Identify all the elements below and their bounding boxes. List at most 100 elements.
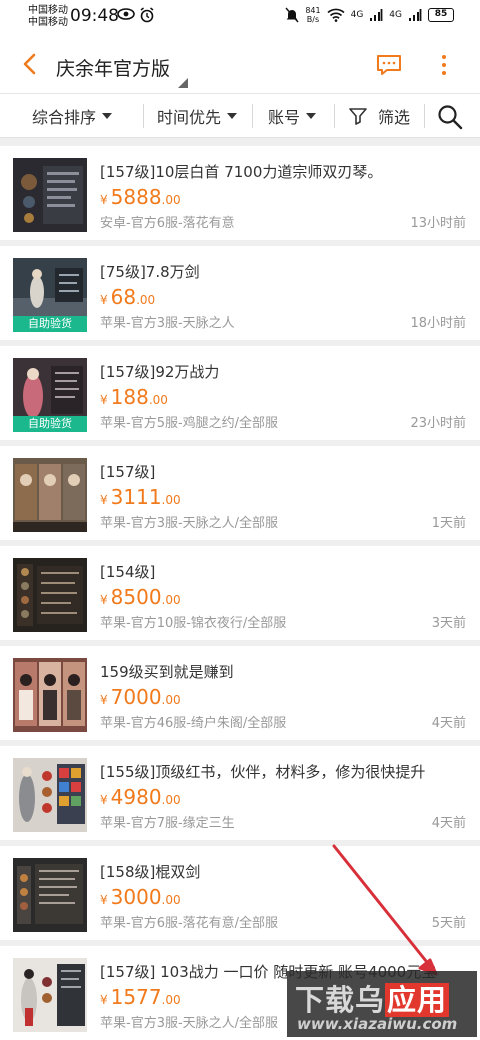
price-decimal: .00 (161, 193, 181, 207)
currency-symbol: ¥ (100, 193, 108, 207)
eye-icon (117, 8, 135, 20)
currency-symbol: ¥ (100, 793, 108, 807)
price-integer: 8500 (110, 585, 162, 609)
listing-server: 苹果-官方6服-落花有意/全部服 (100, 916, 279, 931)
listing-server: 苹果-官方5服-鸡腿之约/全部服 (100, 416, 279, 431)
sort-label: 综合排序 (32, 108, 97, 127)
listing-thumbnail (13, 658, 87, 732)
divider (252, 104, 253, 128)
price-integer: 7000 (110, 685, 162, 709)
listing-price: ¥5888.00 (100, 185, 181, 209)
listing-thumbnail: 自助验货 (13, 358, 87, 432)
price-integer: 1577 (110, 985, 162, 1009)
listing-price: ¥1577.00 (100, 985, 181, 1009)
listing-time: 18小时前 (410, 316, 466, 331)
search-icon[interactable] (436, 103, 464, 131)
carrier-2: 中国移动 (28, 17, 68, 28)
time-dropdown[interactable]: 时间优先 (157, 94, 238, 138)
filter-bar: 综合排序 时间优先 账号 筛选 (0, 94, 480, 138)
listing-title: [154级] (100, 563, 156, 581)
net-speed-unit: B/s (306, 15, 320, 24)
price-integer: 3000 (110, 885, 162, 909)
listing-server: 苹果-官方3服-天脉之人/全部服 (100, 516, 279, 531)
currency-symbol: ¥ (100, 993, 108, 1007)
system-icons: 841 B/s 4G 4G 85 (285, 6, 454, 24)
listing-item[interactable]: [158级]棍双剑 ¥3000.00 苹果-官方6服-落花有意/全部服 5天前 (0, 846, 480, 940)
signal-1-label: 4G (350, 10, 364, 20)
caret-down-icon (227, 113, 238, 119)
listing-time: 3天前 (431, 616, 466, 631)
back-arrow-icon[interactable] (16, 50, 44, 78)
currency-symbol: ¥ (100, 393, 108, 407)
status-bar: 中国移动 中国移动 09:48 841 B/s 4G 4G 85 (0, 0, 480, 36)
currency-symbol: ¥ (100, 693, 108, 707)
listing-price: ¥68.00 (100, 285, 155, 309)
listing-server: 苹果-官方46服-绮户朱阁/全部服 (100, 716, 287, 731)
funnel-icon (349, 108, 367, 125)
watermark-logo-text: 下载乌应用 (295, 977, 450, 1019)
price-decimal: .00 (148, 393, 168, 407)
signal-bars-1-icon (370, 9, 383, 21)
page-title: 庆余年官方版 (56, 58, 171, 80)
message-icon[interactable] (374, 50, 404, 80)
time-label: 时间优先 (157, 108, 222, 127)
alarm-icon (140, 7, 154, 23)
listing-time: 4天前 (431, 816, 466, 831)
listing-item[interactable]: [157级]10层白首 7100力道宗师双刃琴。 ¥5888.00 安卓-官方6… (0, 146, 480, 240)
listing-thumbnail (13, 158, 87, 232)
listing-title: [158级]棍双剑 (100, 863, 201, 881)
signal-bars-2-icon (409, 9, 422, 21)
listing-item[interactable]: 159级买到就是赚到 ¥7000.00 苹果-官方46服-绮户朱阁/全部服 4天… (0, 646, 480, 740)
listing-server: 安卓-官方6服-落花有意 (100, 216, 235, 231)
listing-item[interactable]: [155级]顶级红书，伙伴，材料多，修为很快提升 ¥4980.00 苹果-官方7… (0, 746, 480, 840)
watermark-url: www.xiazaiwu.com (297, 1015, 458, 1033)
filter-button[interactable]: 筛选 (348, 94, 410, 138)
listing-price: ¥3000.00 (100, 885, 181, 909)
self-inspect-badge: 自助验货 (13, 316, 87, 332)
currency-symbol: ¥ (100, 893, 108, 907)
divider (143, 104, 144, 128)
listing-server: 苹果-官方3服-天脉之人 (100, 316, 235, 331)
notification-icons (117, 7, 155, 23)
net-speed-value: 841 (305, 6, 321, 15)
mute-icon (285, 7, 299, 23)
listing-server: 苹果-官方3服-天脉之人/全部服 (100, 1016, 279, 1031)
filter-label: 筛选 (378, 108, 411, 127)
listing-time: 4天前 (431, 716, 466, 731)
wifi-icon (327, 8, 345, 22)
listing-server: 苹果-官方10服-锦衣夜行/全部服 (100, 616, 287, 631)
listing-time: 13小时前 (410, 216, 466, 231)
price-integer: 5888 (110, 185, 162, 209)
watermark-text-b: 乌 (355, 983, 386, 1017)
listing-item[interactable]: [154级] ¥8500.00 苹果-官方10服-锦衣夜行/全部服 3天前 (0, 546, 480, 640)
listing-item[interactable]: 自助验货 [157级]92万战力 ¥188.00 苹果-官方5服-鸡腿之约/全部… (0, 346, 480, 440)
price-integer: 3111 (110, 485, 162, 509)
divider (334, 104, 335, 128)
listing-item[interactable]: 自助验货 [75级]7.8万剑 ¥68.00 苹果-官方3服-天脉之人 18小时… (0, 246, 480, 340)
listing-title: [75级]7.8万剑 (100, 263, 200, 281)
site-watermark: 下载乌应用 www.xiazaiwu.com (287, 971, 477, 1037)
sort-dropdown[interactable]: 综合排序 (32, 94, 113, 138)
currency-symbol: ¥ (100, 593, 108, 607)
price-integer: 4980 (110, 785, 162, 809)
divider (424, 104, 425, 128)
price-decimal: .00 (161, 993, 181, 1007)
caret-down-icon (306, 113, 317, 119)
currency-symbol: ¥ (100, 293, 108, 307)
listing-title: [157级]10层白首 7100力道宗师双刃琴。 (100, 163, 383, 181)
price-integer: 68 (110, 285, 137, 309)
more-menu-icon[interactable] (432, 50, 456, 80)
listing-title: 159级买到就是赚到 (100, 663, 234, 681)
listing-server: 苹果-官方7服-缘定三生 (100, 816, 235, 831)
price-integer: 188 (110, 385, 149, 409)
type-dropdown[interactable]: 账号 (268, 94, 317, 138)
price-decimal: .00 (161, 893, 181, 907)
type-label: 账号 (268, 108, 301, 127)
price-decimal: .00 (161, 593, 181, 607)
listing-thumbnail: 自助验货 (13, 258, 87, 332)
listing-item[interactable]: [157级] ¥3111.00 苹果-官方3服-天脉之人/全部服 1天前 (0, 446, 480, 540)
listing-price: ¥4980.00 (100, 785, 181, 809)
signal-2-label: 4G (389, 10, 402, 20)
status-time: 09:48 (70, 6, 119, 26)
watermark-text-c: 应用 (385, 983, 450, 1017)
